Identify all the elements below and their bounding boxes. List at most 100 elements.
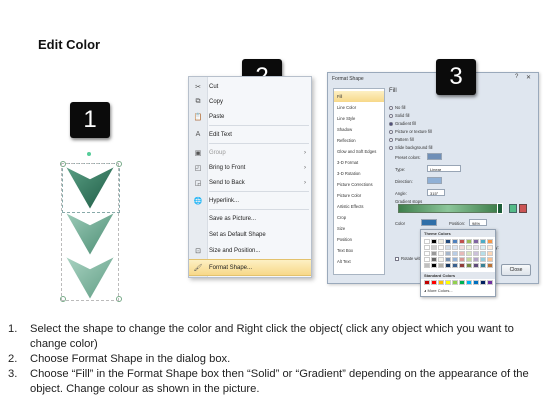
category-line-style[interactable]: Line Style [334, 113, 384, 124]
standard-color-swatch[interactable] [438, 280, 444, 285]
theme-color-swatch[interactable] [480, 251, 486, 256]
theme-color-swatch[interactable] [445, 257, 451, 262]
fill-option-picture[interactable]: Picture or texture fill [389, 129, 432, 134]
standard-color-swatch[interactable] [487, 280, 493, 285]
category-text-box[interactable]: Text Box [334, 245, 384, 256]
angle-input[interactable]: 315° [427, 189, 445, 196]
menu-item-copy[interactable]: ⧉ Copy [189, 94, 311, 109]
menu-item-save-as-picture[interactable]: Save as Picture... [189, 211, 311, 226]
menu-item-hyperlink[interactable]: 🌐 Hyperlink... [189, 193, 311, 208]
category-3d-format[interactable]: 3-D Format [334, 157, 384, 168]
category-artistic-effects[interactable]: Artistic Effects [334, 201, 384, 212]
category-position[interactable]: Position [334, 234, 384, 245]
theme-color-swatch[interactable] [473, 257, 479, 262]
add-stop-icon[interactable] [509, 204, 517, 213]
theme-color-swatch[interactable] [466, 239, 472, 244]
theme-color-swatch[interactable] [452, 239, 458, 244]
theme-color-swatch[interactable] [459, 263, 465, 268]
category-3d-rotation[interactable]: 3-D Rotation [334, 168, 384, 179]
menu-item-paste[interactable]: 📋 Paste [189, 109, 311, 124]
standard-color-swatch[interactable] [452, 280, 458, 285]
category-glow[interactable]: Glow and Soft Edges [334, 146, 384, 157]
fill-option-solid[interactable]: Solid fill [389, 113, 409, 118]
type-dropdown[interactable]: Linear [427, 165, 461, 172]
theme-color-swatch[interactable] [424, 239, 430, 244]
close-button[interactable]: Close [501, 264, 531, 276]
category-shadow[interactable]: Shadow [334, 124, 384, 135]
theme-color-swatch[interactable] [487, 263, 493, 268]
category-picture-color[interactable]: Picture Color [334, 190, 384, 201]
gradient-stop-handle[interactable] [497, 203, 503, 214]
theme-color-swatch[interactable] [459, 251, 465, 256]
fill-option-slide-bg[interactable]: Slide background fill [389, 145, 432, 150]
theme-color-swatch[interactable] [480, 263, 486, 268]
menu-item-cut[interactable]: ✂ Cut [189, 79, 311, 94]
theme-color-swatch[interactable] [452, 257, 458, 262]
category-reflection[interactable]: Reflection [334, 135, 384, 146]
theme-color-swatch[interactable] [466, 251, 472, 256]
color-dropdown[interactable] [421, 219, 437, 226]
standard-color-swatch[interactable] [459, 280, 465, 285]
theme-color-swatch[interactable] [466, 263, 472, 268]
menu-item-size-position[interactable]: ⊡ Size and Position... [189, 243, 311, 258]
theme-color-swatch[interactable] [438, 239, 444, 244]
theme-color-swatch[interactable] [473, 251, 479, 256]
theme-color-swatch[interactable] [438, 251, 444, 256]
direction-dropdown[interactable] [427, 177, 442, 184]
fill-option-gradient[interactable]: Gradient fill [389, 121, 416, 126]
theme-color-swatch[interactable] [480, 239, 486, 244]
category-crop[interactable]: Crop [334, 212, 384, 223]
fill-option-pattern[interactable]: Pattern fill [389, 137, 414, 142]
theme-color-swatch[interactable] [445, 245, 451, 250]
theme-color-swatch[interactable] [452, 263, 458, 268]
standard-color-swatch[interactable] [466, 280, 472, 285]
theme-color-swatch[interactable] [424, 245, 430, 250]
theme-color-swatch[interactable] [480, 245, 486, 250]
theme-color-swatch[interactable] [487, 239, 493, 244]
theme-color-swatch[interactable] [445, 263, 451, 268]
standard-color-swatch[interactable] [445, 280, 451, 285]
theme-color-swatch[interactable] [480, 257, 486, 262]
position-input[interactable]: 98% [469, 219, 487, 226]
close-icon[interactable]: ✕ [526, 74, 531, 81]
theme-color-swatch[interactable] [431, 257, 437, 262]
fill-option-no-fill[interactable]: No fill [389, 105, 405, 110]
remove-stop-icon[interactable] [519, 204, 527, 213]
gradient-stops-bar[interactable] [398, 204, 498, 213]
theme-color-swatch[interactable] [445, 239, 451, 244]
theme-color-swatch[interactable] [487, 245, 493, 250]
standard-color-swatch[interactable] [431, 280, 437, 285]
category-size[interactable]: Size [334, 223, 384, 234]
theme-color-swatch[interactable] [424, 251, 430, 256]
theme-color-swatch[interactable] [466, 245, 472, 250]
theme-color-swatch[interactable] [424, 257, 430, 262]
more-colors-option[interactable]: ◕ More Colors... [424, 288, 453, 293]
theme-color-swatch[interactable] [459, 245, 465, 250]
preset-colors-dropdown[interactable] [427, 153, 442, 160]
category-line-color[interactable]: Line Color [334, 102, 384, 113]
theme-color-swatch[interactable] [473, 245, 479, 250]
theme-color-swatch[interactable] [459, 239, 465, 244]
menu-item-group[interactable]: ▣ Group › [189, 145, 311, 160]
theme-color-swatch[interactable] [452, 245, 458, 250]
menu-item-format-shape[interactable]: 🖌 Format Shape... [189, 259, 311, 276]
menu-item-bring-to-front[interactable]: ◰ Bring to Front › [189, 160, 311, 175]
theme-color-swatch[interactable] [438, 257, 444, 262]
theme-color-swatch[interactable] [438, 263, 444, 268]
theme-color-swatch[interactable] [431, 245, 437, 250]
menu-item-send-to-back[interactable]: ◲ Send to Back › [189, 175, 311, 190]
arrow-shapes[interactable] [62, 163, 118, 303]
theme-color-swatch[interactable] [473, 239, 479, 244]
menu-item-set-default-shape[interactable]: Set as Default Shape [189, 227, 311, 242]
theme-color-swatch[interactable] [487, 251, 493, 256]
category-alt-text[interactable]: Alt Text [334, 256, 384, 267]
theme-color-swatch[interactable] [431, 239, 437, 244]
theme-color-swatch[interactable] [445, 251, 451, 256]
theme-color-swatch[interactable] [438, 245, 444, 250]
help-icon[interactable]: ? [515, 74, 518, 80]
theme-color-swatch[interactable] [431, 263, 437, 268]
theme-color-swatch[interactable] [431, 251, 437, 256]
theme-color-swatch[interactable] [466, 257, 472, 262]
category-picture-corrections[interactable]: Picture Corrections [334, 179, 384, 190]
category-fill[interactable]: Fill [334, 91, 384, 102]
